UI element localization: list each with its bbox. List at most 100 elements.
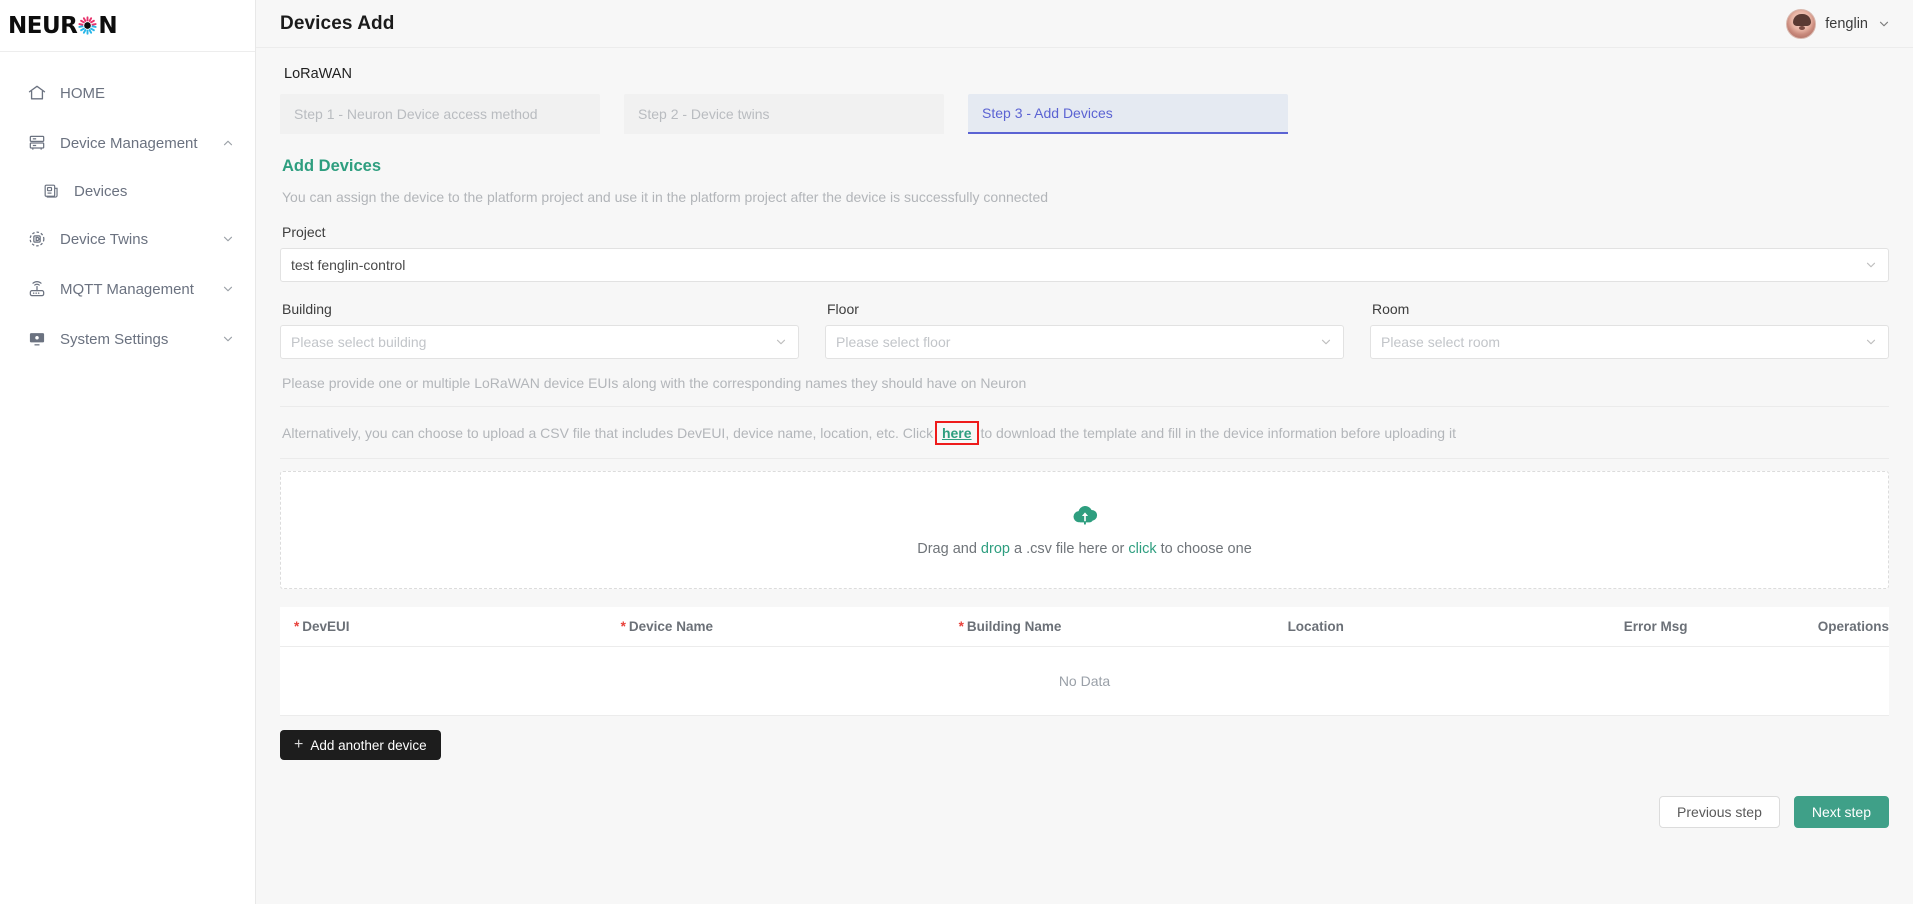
location-selects-row: Building Please select building Floor Pl…: [280, 282, 1889, 359]
column-label: Error Msg: [1623, 619, 1688, 634]
column-deveui: * DevEUI: [280, 607, 607, 647]
next-step-button[interactable]: Next step: [1793, 796, 1889, 828]
required-asterisk: *: [294, 619, 300, 634]
sidebar-item-label: Device Twins: [60, 230, 149, 248]
top-bar: Devices Add fenglin: [256, 0, 1913, 48]
chevron-up-icon[interactable]: [221, 136, 235, 150]
page-title: Devices Add: [280, 12, 395, 34]
content-scroll: LoRaWAN Step 1 - Neuron Device access me…: [256, 48, 1913, 904]
server-icon: [26, 132, 48, 154]
sidebar-item-label: MQTT Management: [60, 280, 194, 298]
tab-step-1[interactable]: Step 1 - Neuron Device access method: [280, 94, 600, 134]
room-field: Room Please select room: [1370, 282, 1889, 359]
gear-sun-icon: [78, 16, 97, 35]
required-asterisk: *: [958, 619, 964, 634]
cloud-upload-icon: [1070, 503, 1100, 527]
logo-text: NEUR N: [8, 12, 118, 39]
room-select-placeholder: Please select room: [1381, 334, 1501, 350]
table-empty-row: No Data: [280, 646, 1889, 716]
logo-text-part2: N: [98, 12, 118, 39]
floor-select-placeholder: Please select floor: [836, 334, 951, 350]
chevron-down-icon: [1864, 335, 1878, 349]
sidebar: NEUR N HOME Device Management Devices De…: [0, 0, 256, 904]
project-label: Project: [282, 224, 326, 240]
room-label: Room: [1372, 301, 1410, 317]
chevron-down-icon[interactable]: [221, 232, 235, 246]
sidebar-item-mqtt-management[interactable]: MQTT Management: [0, 264, 255, 314]
add-another-device-button[interactable]: + Add another device: [280, 730, 441, 760]
device-list-icon: [40, 180, 62, 202]
project-select[interactable]: test fenglin-control: [280, 248, 1889, 282]
column-label: Device Name: [628, 619, 713, 634]
tab-step-3[interactable]: Step 3 - Add Devices: [968, 94, 1288, 134]
chevron-down-icon[interactable]: [221, 282, 235, 296]
required-asterisk: *: [620, 619, 626, 634]
column-error-msg: Error Msg: [1609, 607, 1804, 647]
project-select-value: test fenglin-control: [291, 257, 406, 273]
avatar: [1786, 8, 1817, 39]
devices-table: * DevEUI * Device Name * Building Name Loca…: [280, 607, 1889, 716]
column-location: Location: [1273, 607, 1610, 647]
column-device-name: * Device Name: [606, 607, 945, 647]
dropzone-text-middle: a .csv file here or: [1009, 541, 1129, 557]
table-header-row: * DevEUI * Device Name * Building Name Loca…: [280, 607, 1889, 647]
column-label: Building Name: [966, 619, 1062, 634]
floor-select[interactable]: Please select floor: [825, 325, 1344, 359]
building-select-placeholder: Please select building: [291, 334, 427, 350]
column-label: Location: [1287, 619, 1344, 634]
app-root: NEUR N HOME Device Management Devices De…: [0, 0, 1913, 904]
room-select[interactable]: Please select room: [1370, 325, 1889, 359]
column-building-name: * Building Name: [944, 607, 1274, 647]
chevron-down-icon[interactable]: [221, 332, 235, 346]
sidebar-item-system-settings[interactable]: System Settings: [0, 314, 255, 364]
tab-step-2[interactable]: Step 2 - Device twins: [624, 94, 944, 134]
sidebar-item-label: HOME: [60, 84, 105, 102]
sidebar-item-device-management[interactable]: Device Management: [0, 118, 255, 168]
column-operations: Operations: [1803, 607, 1889, 647]
dropzone-text-prefix: Drag and: [917, 541, 981, 557]
user-menu[interactable]: fenglin: [1786, 8, 1891, 39]
devices-table-head: * DevEUI * Device Name * Building Name Loca…: [280, 607, 1889, 647]
sidebar-nav: HOME Device Management Devices Device Tw…: [0, 52, 255, 364]
sidebar-item-device-twins[interactable]: Device Twins: [0, 214, 255, 264]
section-description: You can assign the device to the platfor…: [282, 189, 1049, 205]
protocol-label: LoRaWAN: [284, 66, 352, 82]
previous-step-label: Previous step: [1677, 804, 1762, 820]
home-icon: [26, 82, 48, 104]
chevron-down-icon[interactable]: [1877, 17, 1891, 31]
brand-logo[interactable]: NEUR N: [0, 0, 255, 52]
logo-text-part1: NEUR: [8, 12, 78, 39]
main-area: Devices Add fenglin LoRaWAN Step 1 - Neu…: [256, 0, 1913, 904]
chevron-down-icon: [774, 335, 788, 349]
sidebar-item-home[interactable]: HOME: [0, 68, 255, 118]
column-label: DevEUI: [302, 619, 350, 634]
table-empty-text: No Data: [280, 646, 1889, 716]
dropzone-text: Drag and drop a .csv file here or click …: [917, 541, 1252, 557]
step-label: Step 3 - Add Devices: [982, 105, 1113, 121]
csv-dropzone[interactable]: Drag and drop a .csv file here or click …: [280, 471, 1889, 589]
step-label: Step 1 - Neuron Device access method: [294, 106, 538, 122]
add-another-device-label: Add another device: [310, 737, 427, 753]
note-csv-prefix: Alternatively, you can choose to upload …: [282, 425, 934, 441]
wizard-panel: LoRaWAN Step 1 - Neuron Device access me…: [256, 48, 1913, 904]
dropzone-click-link[interactable]: click: [1128, 541, 1156, 557]
dropzone-text-suffix: to choose one: [1156, 541, 1252, 557]
twin-circle-icon: [26, 228, 48, 250]
note-csv: Alternatively, you can choose to upload …: [280, 407, 1889, 459]
floor-label: Floor: [827, 301, 859, 317]
sidebar-item-devices[interactable]: Devices: [0, 168, 255, 214]
download-template-link[interactable]: here: [942, 425, 972, 441]
step-label: Step 2 - Device twins: [638, 106, 770, 122]
next-step-label: Next step: [1811, 804, 1871, 820]
section-title: Add Devices: [282, 157, 382, 175]
previous-step-button[interactable]: Previous step: [1659, 796, 1780, 828]
user-name: fenglin: [1825, 15, 1868, 32]
devices-table-body: No Data: [280, 646, 1889, 716]
sidebar-item-label: Devices: [74, 182, 128, 200]
download-template-highlight: here: [934, 421, 979, 445]
building-label: Building: [282, 301, 332, 317]
building-select[interactable]: Please select building: [280, 325, 799, 359]
note-csv-suffix: to download the template and fill in the…: [980, 425, 1456, 441]
dropzone-drop-link[interactable]: drop: [981, 541, 1010, 557]
note-eui: Please provide one or multiple LoRaWAN d…: [280, 359, 1889, 407]
